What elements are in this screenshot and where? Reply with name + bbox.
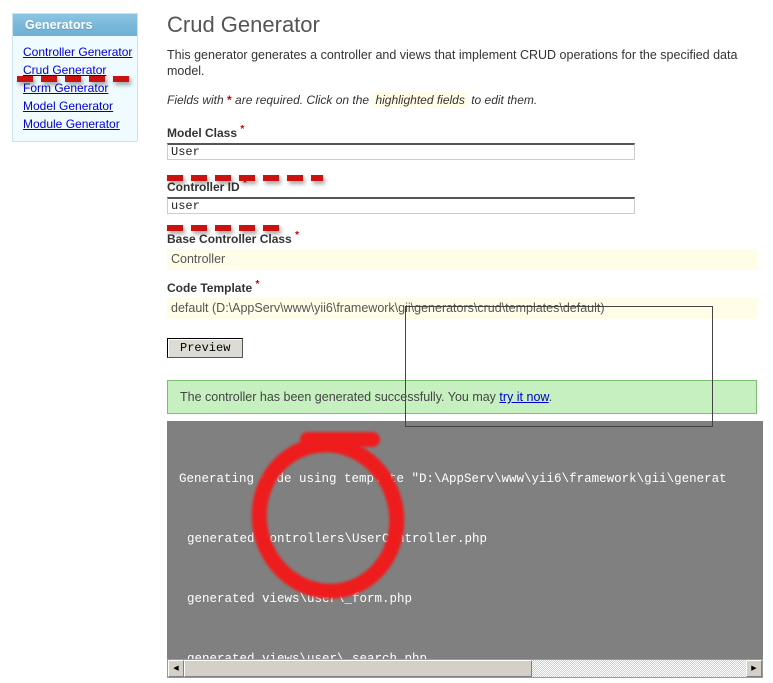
console-inner: Generating code using template "D:\AppSe… — [167, 421, 763, 659]
try-it-now-link[interactable]: try it now — [499, 390, 548, 404]
label-code-template-text: Code Template — [167, 281, 253, 295]
sidebar-item-module-generator[interactable]: Module Generator — [13, 115, 137, 133]
label-controller-id-text: Controller ID — [167, 180, 240, 194]
console-line: generated views\user\_form.php — [187, 592, 413, 606]
sidebar-header: Generators — [13, 14, 137, 36]
hint-text-before: Fields with — [167, 93, 228, 107]
sidebar-link-model-generator[interactable]: Model Generator — [23, 99, 113, 113]
generator-description: This generator generates a controller an… — [167, 48, 738, 78]
main-content: Crud Generator This generator generates … — [167, 12, 763, 414]
success-text-before: The controller has been generated succes… — [180, 390, 500, 404]
hint-text-after: to edit them. — [467, 93, 538, 107]
sidebar-item-crud-generator[interactable]: Crud Generator — [13, 61, 137, 79]
sidebar-item-form-generator[interactable]: Form Generator — [13, 79, 137, 97]
label-model-class: Model Class * — [167, 124, 763, 140]
label-base-controller-class: Base Controller Class * — [167, 230, 763, 246]
model-class-input[interactable] — [167, 143, 635, 160]
required-star-icon: * — [240, 124, 245, 135]
field-code-template: Code Template * default (D:\AppServ\www\… — [167, 279, 763, 319]
preview-button[interactable]: Preview — [167, 338, 244, 358]
field-base-controller-class: Base Controller Class * Controller — [167, 230, 763, 270]
hint-text-middle: are required. Click on the — [231, 93, 373, 107]
page-title: Crud Generator — [167, 12, 320, 37]
required-star-icon: * — [243, 178, 247, 189]
success-message: The controller has been generated succes… — [167, 380, 757, 414]
sidebar-link-module-generator[interactable]: Module Generator — [23, 117, 120, 131]
required-fields-hint: Fields with * are required. Click on the… — [167, 92, 763, 108]
scroll-left-arrow-icon[interactable]: ◀ — [168, 660, 184, 677]
scrollbar-track[interactable] — [184, 660, 746, 677]
label-model-class-text: Model Class — [167, 126, 238, 140]
label-controller-id: Controller ID * — [167, 178, 763, 194]
sidebar-link-crud-generator[interactable]: Crud Generator — [23, 63, 106, 77]
field-model-class: Model Class * — [167, 124, 763, 160]
sidebar-item-model-generator[interactable]: Model Generator — [13, 97, 137, 115]
sidebar-link-form-generator[interactable]: Form Generator — [23, 81, 108, 95]
hint-highlighted-fields: highlighted fields — [372, 92, 468, 108]
console-line: Generating code using template "D:\AppSe… — [179, 472, 727, 486]
generators-sidebar: Generators Controller Generator Crud Gen… — [12, 13, 138, 142]
console-line: generated controllers\UserController.php — [187, 532, 488, 546]
required-star-icon: * — [295, 230, 299, 241]
label-base-controller-class-text: Base Controller Class — [167, 232, 292, 246]
required-star-icon: * — [255, 279, 260, 290]
generation-log-console[interactable]: Generating code using template "D:\AppSe… — [167, 421, 763, 659]
console-line: generated views\user\_search.php — [187, 652, 428, 659]
page-root: Generators Controller Generator Crud Gen… — [0, 0, 773, 683]
sidebar-item-controller-generator[interactable]: Controller Generator — [13, 43, 137, 61]
base-controller-class-value[interactable]: Controller — [167, 249, 757, 270]
label-code-template: Code Template * — [167, 279, 763, 295]
field-controller-id: Controller ID * — [167, 178, 763, 214]
sidebar-list: Controller Generator Crud Generator Form… — [13, 36, 137, 141]
success-text-after: . — [548, 390, 553, 404]
scroll-right-arrow-icon[interactable]: ▶ — [746, 660, 762, 677]
controller-id-input[interactable] — [167, 197, 635, 214]
code-template-value[interactable]: default (D:\AppServ\www\yii6\framework\g… — [167, 298, 757, 319]
scrollbar-thumb[interactable] — [184, 660, 533, 677]
sidebar-link-controller-generator[interactable]: Controller Generator — [23, 45, 132, 59]
console-horizontal-scrollbar[interactable]: ◀ ▶ — [167, 659, 763, 678]
